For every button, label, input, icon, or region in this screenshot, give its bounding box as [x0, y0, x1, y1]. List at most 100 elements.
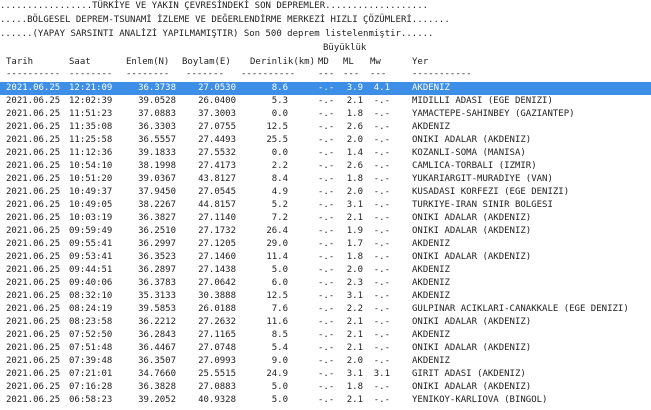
table-row[interactable]: 2021.06.25 12:21:09 36.3738 27.0530 8.6 -.- 3.… [0, 82, 651, 95]
cell-saat: 09:44:51 [69, 265, 113, 275]
cell-tarih: 2021.06.25 [6, 135, 61, 145]
cell-mw: -.- [373, 135, 390, 145]
cell-derinlik: 26.4 [266, 226, 288, 236]
cell-md: -.- [318, 317, 335, 327]
cell-derinlik: 6.0 [271, 278, 288, 288]
cell-derinlik: 0.0 [271, 148, 288, 158]
table-row[interactable]: 2021.06.25 07:52:50 36.2843 27.1165 8.5 -.- 2.… [0, 329, 651, 342]
cell-derinlik: 8.6 [271, 83, 288, 93]
cell-ml: 2.6 [346, 122, 363, 132]
cell-yer: ONIKI ADALAR (AKDENIZ) [412, 382, 532, 392]
cell-saat: 09:55:41 [69, 239, 113, 249]
cell-md: -.- [318, 200, 335, 210]
cell-derinlik: 5.0 [271, 265, 288, 275]
cell-derinlik: 11.6 [266, 317, 288, 327]
cell-saat: 07:39:48 [69, 356, 113, 366]
table-row[interactable]: 2021.06.25 09:55:41 36.2997 27.1205 29.0 -.- 1… [0, 238, 651, 251]
table-row[interactable]: 2021.06.25 11:12:36 39.1833 27.5532 0.0 -.- 1.… [0, 147, 651, 160]
table-row[interactable]: 2021.06.25 09:59:49 36.2510 27.1732 26.4 -.- 1… [0, 225, 651, 238]
cell-saat: 09:40:06 [69, 278, 113, 288]
cell-yer: YUKARIARGIT-MURADIYE (VAN) [412, 174, 553, 184]
separator-enlem: -------- [126, 69, 170, 79]
table-row[interactable]: 2021.06.25 08:23:58 36.2212 27.2632 11.6 -.- 2… [0, 316, 651, 329]
cell-saat: 11:35:08 [69, 122, 113, 132]
cell-md: -.- [318, 83, 335, 93]
cell-md: -.- [318, 252, 335, 262]
cell-tarih: 2021.06.25 [6, 148, 61, 158]
cell-derinlik: 8.5 [271, 330, 288, 340]
cell-ml: 2.2 [346, 304, 363, 314]
table-row[interactable]: 2021.06.25 07:16:28 36.3828 27.0883 5.0 -.- 1.… [0, 381, 651, 394]
cell-tarih: 2021.06.25 [6, 122, 61, 132]
cell-yer: KOZANLI-SOMA (MANISA) [412, 148, 526, 158]
cell-boylam: 37.3003 [198, 109, 236, 119]
cell-md: -.- [318, 135, 335, 145]
cell-ml: 3.1 [346, 369, 363, 379]
cell-ml: 1.8 [346, 174, 363, 184]
cell-enlem: 39.5853 [138, 304, 176, 314]
cell-boylam: 27.1165 [198, 330, 236, 340]
table-row[interactable]: 2021.06.25 06:58:23 39.2052 40.9328 5.0 -.- 2.… [0, 394, 651, 407]
cell-boylam: 26.0400 [198, 96, 236, 106]
table-row[interactable]: 2021.06.25 12:02:39 39.0528 26.0400 5.3 -.- 2.… [0, 95, 651, 108]
cell-md: -.- [318, 369, 335, 379]
table-row[interactable]: 2021.06.25 08:32:10 35.3133 30.3888 12.5 -.- 3… [0, 290, 651, 303]
cell-mw: -.- [373, 265, 390, 275]
cell-enlem: 39.2052 [138, 395, 176, 405]
table-row[interactable]: 2021.06.25 07:39:48 36.3507 27.0993 9.0 -.- 2.… [0, 355, 651, 368]
cell-tarih: 2021.06.25 [6, 317, 61, 327]
cell-boylam: 27.0530 [198, 83, 236, 93]
cell-enlem: 36.3783 [138, 278, 176, 288]
cell-derinlik: 11.4 [266, 252, 288, 262]
table-row[interactable]: 2021.06.25 08:24:19 39.5853 26.0188 7.6 -.- 2.… [0, 303, 651, 316]
table-row[interactable]: 2021.06.25 10:03:19 36.3827 27.1140 7.2 -.- 2.… [0, 212, 651, 225]
cell-mw: -.- [373, 187, 390, 197]
table-row[interactable]: 2021.06.25 10:54:10 38.1998 27.4173 2.2 -.- 2.… [0, 160, 651, 173]
table-row[interactable]: 2021.06.25 11:51:23 37.0883 37.3003 0.0 -.- 1.… [0, 108, 651, 121]
cell-md: -.- [318, 174, 335, 184]
table-row[interactable]: 2021.06.25 11:35:08 36.3303 27.0755 12.5 -.- 2… [0, 121, 651, 134]
cell-saat: 11:25:58 [69, 135, 113, 145]
cell-tarih: 2021.06.25 [6, 109, 61, 119]
cell-enlem: 39.1833 [138, 148, 176, 158]
cell-ml: 1.8 [346, 109, 363, 119]
cell-yer: AKDENIZ [412, 291, 450, 301]
cell-yer: AKDENIZ [412, 330, 450, 340]
magnitude-group-label: Büyüklük [323, 43, 367, 53]
cell-md: -.- [318, 304, 335, 314]
separator-md: --- [318, 69, 335, 79]
table-row[interactable]: 2021.06.25 07:51:48 36.4467 27.0748 5.4 -.- 2.… [0, 342, 651, 355]
cell-mw: -.- [373, 278, 390, 288]
cell-tarih: 2021.06.25 [6, 382, 61, 392]
table-row[interactable]: 2021.06.25 09:53:41 36.3523 27.1460 11.4 -.- 1… [0, 251, 651, 264]
cell-tarih: 2021.06.25 [6, 83, 61, 93]
table-row[interactable]: 2021.06.25 09:40:06 36.3783 27.0642 6.0 -.- 2.… [0, 277, 651, 290]
cell-ml: 3.1 [346, 291, 363, 301]
table-row[interactable]: 2021.06.25 10:49:05 38.2267 44.8157 5.2 -.- 3.… [0, 199, 651, 212]
cell-enlem: 36.3507 [138, 356, 176, 366]
table-row[interactable]: 2021.06.25 11:25:58 36.5557 27.4493 25.5 -.- 2… [0, 134, 651, 147]
table-row[interactable]: 2021.06.25 10:49:37 37.9450 27.0545 4.9 -.- 2.… [0, 186, 651, 199]
separator-yer: ----------- [412, 69, 472, 79]
cell-saat: 07:21:01 [69, 369, 113, 379]
cell-tarih: 2021.06.25 [6, 174, 61, 184]
cell-saat: 11:12:36 [69, 148, 113, 158]
cell-boylam: 27.1205 [198, 239, 236, 249]
cell-derinlik: 24.9 [266, 369, 288, 379]
cell-saat: 10:51:20 [69, 174, 113, 184]
cell-ml: 2.0 [346, 356, 363, 366]
table-row[interactable]: 2021.06.25 10:51:20 39.0367 43.8127 8.4 -.- 1.… [0, 173, 651, 186]
cell-enlem: 36.2510 [138, 226, 176, 236]
cell-derinlik: 5.0 [271, 395, 288, 405]
separator-saat: -------- [69, 69, 113, 79]
cell-mw: 4.1 [373, 83, 390, 93]
cell-enlem: 36.3827 [138, 213, 176, 223]
cell-boylam: 26.0188 [198, 304, 236, 314]
table-row[interactable]: 2021.06.25 09:44:51 36.2897 27.1438 5.0 -.- 2.… [0, 264, 651, 277]
cell-boylam: 27.0748 [198, 343, 236, 353]
cell-ml: 1.9 [346, 226, 363, 236]
cell-boylam: 27.1140 [198, 213, 236, 223]
cell-enlem: 36.2212 [138, 317, 176, 327]
cell-mw: -.- [373, 317, 390, 327]
table-row[interactable]: 2021.06.25 07:21:01 34.7660 25.5515 24.9 -.- 3… [0, 368, 651, 381]
